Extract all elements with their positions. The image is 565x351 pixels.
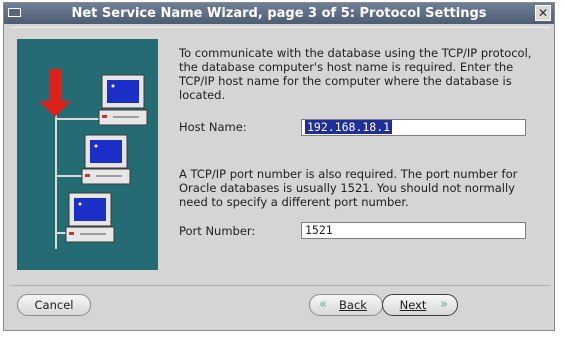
port-number-label: Port Number: <box>179 224 256 238</box>
cancel-label: Cancel <box>34 298 74 312</box>
title-bar: Net Service Name Wizard, page 3 of 5: Pr… <box>4 3 554 24</box>
network-diagram-icon <box>39 69 148 249</box>
chevron-left-icon: « <box>319 297 327 312</box>
host-name-input[interactable]: 192.168.18.1 <box>301 119 526 136</box>
close-icon[interactable]: ✕ <box>535 5 551 21</box>
back-label: Back <box>339 298 367 312</box>
chevron-right-icon: » <box>440 297 448 312</box>
port-text: A TCP/IP port number is also required. T… <box>179 167 518 209</box>
next-button[interactable]: Next » <box>382 294 458 316</box>
network-illustration <box>17 39 158 270</box>
host-name-label: Host Name: <box>179 120 247 134</box>
port-number-input[interactable]: 1521 <box>301 222 526 239</box>
port-number-value: 1521 <box>305 223 333 237</box>
wizard-content: To communicate with the database using t… <box>11 27 550 286</box>
window-title: Net Service Name Wizard, page 3 of 5: Pr… <box>71 6 487 21</box>
next-label: Next <box>399 298 427 312</box>
cancel-button[interactable]: Cancel <box>17 294 91 316</box>
window-menu-icon[interactable] <box>8 8 21 17</box>
wizard-window: Net Service Name Wizard, page 3 of 5: Pr… <box>3 2 555 331</box>
back-button[interactable]: « Back <box>309 294 383 316</box>
host-name-value: 192.168.18.1 <box>305 120 393 134</box>
intro-text: To communicate with the database using t… <box>179 46 532 102</box>
